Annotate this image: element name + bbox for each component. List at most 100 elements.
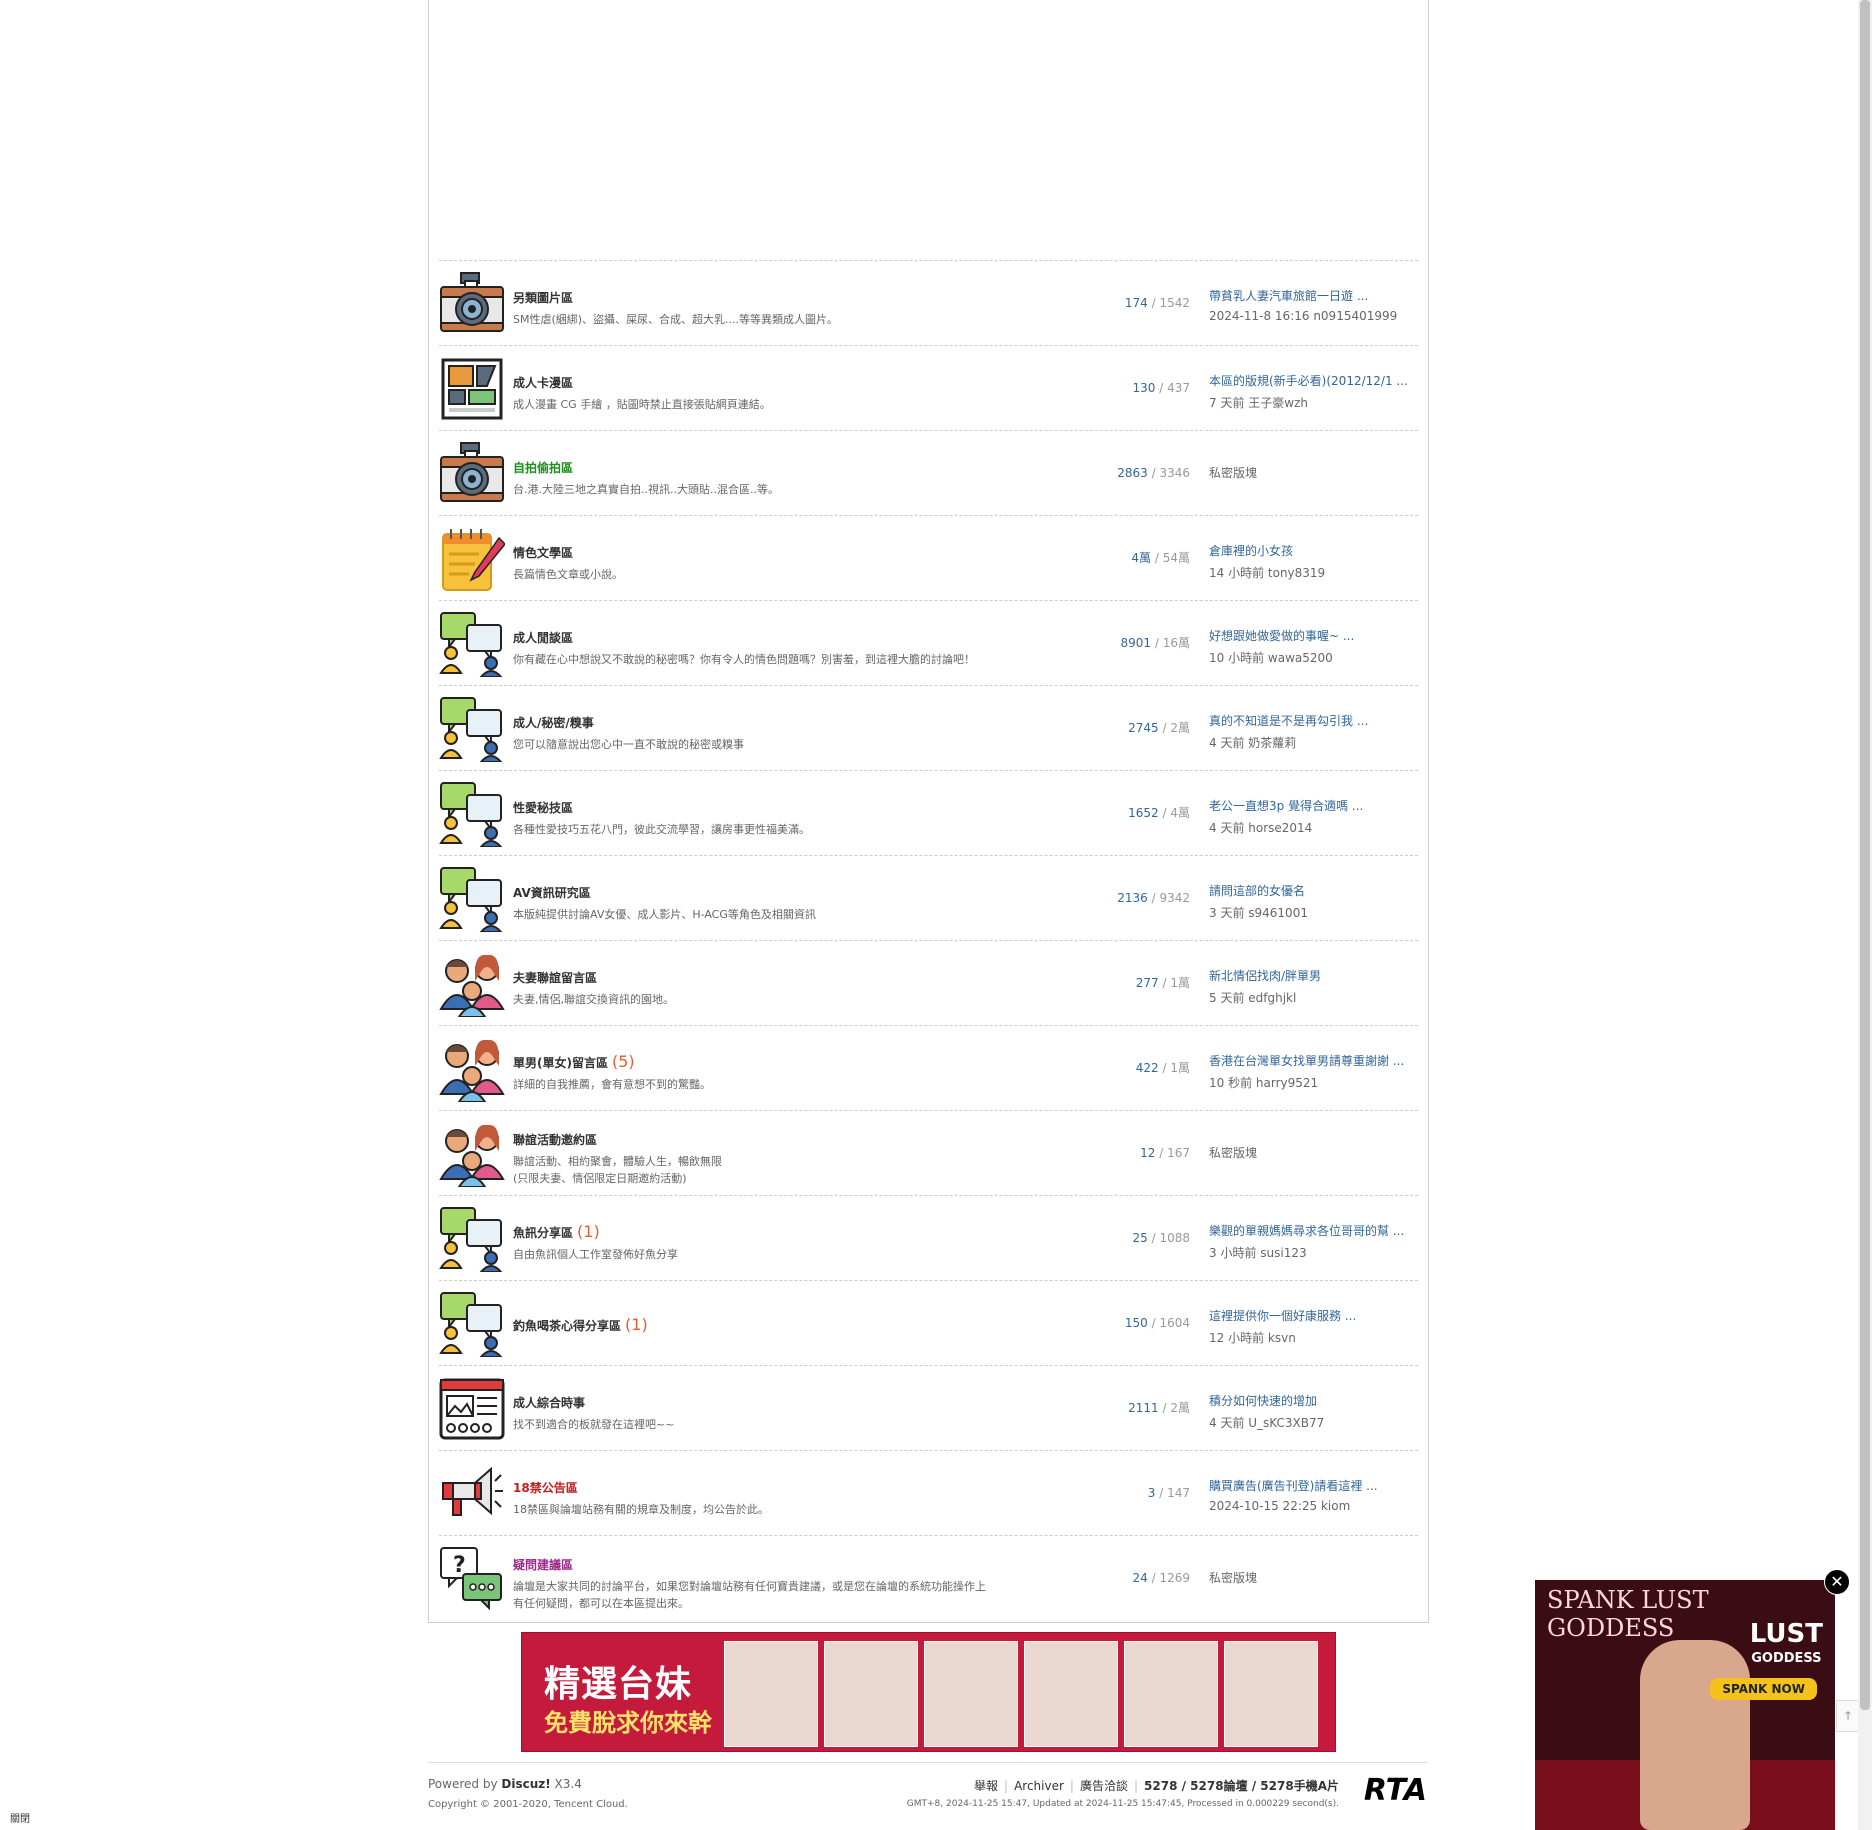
last-post: 請問這部的女優名 3 天前 s9461001 — [1209, 882, 1414, 921]
last-post-title-link[interactable]: 購買廣告(廣告刊登)請看這裡 ... — [1209, 1477, 1414, 1494]
close-link[interactable]: 關閉 — [10, 1810, 30, 1825]
people-icon[interactable] — [439, 951, 505, 1017]
post-count: 1542 — [1159, 296, 1190, 310]
last-post-meta[interactable]: 2024-11-8 16:16 n0915401999 — [1209, 309, 1414, 323]
forum-name-link[interactable]: AV資訊研究區 — [513, 886, 591, 900]
chat-icon[interactable] — [439, 696, 505, 762]
discuz-link[interactable]: Discuz! — [501, 1777, 550, 1791]
forum-name-link[interactable]: 情色文學區 — [513, 546, 573, 560]
rta-logo[interactable]: RTA — [1364, 1773, 1427, 1808]
forum-name-link[interactable]: 成人閒談區 — [513, 631, 573, 645]
thread-count: 8901 — [1120, 636, 1152, 650]
chat-icon[interactable] — [439, 1291, 505, 1357]
scrollbar[interactable] — [1858, 0, 1872, 1830]
last-post-title-link[interactable]: 請問這部的女優名 — [1209, 882, 1414, 899]
forum-name-link[interactable]: 自拍偷拍區 — [513, 461, 573, 475]
last-post-title-link[interactable]: 樂觀的單親媽媽尋求各位哥哥的幫 ... — [1209, 1222, 1414, 1239]
archiver-link[interactable]: Archiver — [1014, 1779, 1064, 1793]
forum-name-link[interactable]: 成人綜合時事 — [513, 1396, 585, 1410]
last-post-meta[interactable]: 4 天前 奶茶蘿莉 — [1209, 734, 1414, 751]
banner-photo-1 — [724, 1641, 818, 1747]
last-post: 購買廣告(廣告刊登)請看這裡 ... 2024-10-15 22:25 kiom — [1209, 1477, 1414, 1513]
last-post: 好想跟她做愛做的事喔~ ... 10 小時前 wawa5200 — [1209, 627, 1414, 666]
copyright: Copyright © 2001-2020, Tencent Cloud. — [428, 1799, 628, 1810]
forum-name-link[interactable]: 另類圖片區 — [513, 291, 573, 305]
last-post-title-link[interactable]: 老公一直想3p 覺得合適嗎 ... — [1209, 797, 1414, 814]
comic-icon[interactable] — [439, 356, 505, 422]
forum-counts: 2111 / 2萬 — [1128, 1401, 1190, 1415]
forum-name-link[interactable]: 釣魚喝茶心得分享區 — [513, 1319, 621, 1333]
last-post-meta[interactable]: 7 天前 王子豪wzh — [1209, 394, 1414, 411]
ads-link[interactable]: 廣告洽談 — [1080, 1779, 1128, 1793]
last-post-meta[interactable]: 12 小時前 ksvn — [1209, 1329, 1414, 1346]
forum-name-link[interactable]: 魚訊分享區 — [513, 1226, 573, 1240]
webpage-icon[interactable] — [439, 1376, 505, 1442]
last-post-meta[interactable]: 3 小時前 susi123 — [1209, 1244, 1414, 1261]
last-post-title-link[interactable]: 積分如何快速的增加 — [1209, 1392, 1414, 1409]
last-post-meta[interactable]: 14 小時前 tony8319 — [1209, 564, 1414, 581]
last-post-title-link[interactable]: 帶貧乳人妻汽車旅館一日遊 ... — [1209, 287, 1414, 304]
forum-name-link[interactable]: 性愛秘技區 — [513, 801, 573, 815]
close-icon[interactable]: ✕ — [1824, 1569, 1850, 1595]
last-post-title-link[interactable]: 真的不知道是不是再勾引我 ... — [1209, 712, 1414, 729]
ad-logo: LUST GODDESS — [1749, 1619, 1823, 1666]
chat-icon[interactable] — [439, 611, 505, 677]
new-posts-count: (1) — [625, 1315, 648, 1334]
forum-name-link[interactable]: 疑問建議區 — [513, 1558, 573, 1572]
camera-icon[interactable] — [439, 271, 505, 337]
site-stats-link[interactable]: 5278 / 5278論壇 / 5278手機A片 — [1144, 1779, 1339, 1793]
back-to-top-button[interactable]: ↑ — [1836, 1700, 1860, 1732]
last-post-meta[interactable]: 5 天前 edfghjkl — [1209, 989, 1414, 1006]
last-post-title-link[interactable]: 這裡提供你一個好康服務 ... — [1209, 1307, 1414, 1324]
people-icon[interactable] — [439, 1036, 505, 1102]
post-count: 1萬 — [1170, 976, 1190, 990]
forum-description: 各種性愛技巧五花八門，彼此交流學習，讓房事更性福美滿。 — [513, 821, 1073, 838]
last-post-meta[interactable]: 10 小時前 wawa5200 — [1209, 649, 1414, 666]
promo-banner[interactable]: 精選台妹 免費脫求你來幹 — [521, 1632, 1336, 1752]
forum-name-link[interactable]: 成人/秘密/糗事 — [513, 716, 594, 730]
chat-icon[interactable] — [439, 1206, 505, 1272]
forum-description-line: 夫妻,情侶,聯誼交換資訊的園地。 — [513, 993, 674, 1006]
private-forum-label: 私密版塊 — [1209, 1146, 1258, 1160]
forum-description-line: 各種性愛技巧五花八門，彼此交流學習，讓房事更性福美滿。 — [513, 823, 810, 836]
last-post-title-link[interactable]: 好想跟她做愛做的事喔~ ... — [1209, 627, 1414, 644]
last-post-meta[interactable]: 10 秒前 harry9521 — [1209, 1074, 1414, 1091]
last-post-meta[interactable]: 4 天前 horse2014 — [1209, 819, 1414, 836]
forum-description: 找不到適合的板就發在這裡吧~~ — [513, 1416, 1073, 1433]
ad-cta-button[interactable]: SPANK NOW — [1710, 1678, 1817, 1700]
forum-name-link[interactable]: 夫妻聯誼留言區 — [513, 971, 597, 985]
report-link[interactable]: 舉報 — [974, 1779, 998, 1793]
notepad-icon[interactable] — [439, 526, 505, 592]
last-post-meta[interactable]: 3 天前 s9461001 — [1209, 904, 1414, 921]
post-count: 3346 — [1159, 466, 1190, 480]
chat-icon[interactable] — [439, 866, 505, 932]
forum-name-link[interactable]: 單男(單女)留言區 — [513, 1056, 608, 1070]
thread-count: 25 — [1132, 1231, 1148, 1245]
post-count: 1604 — [1159, 1316, 1190, 1330]
thread-count: 422 — [1135, 1061, 1159, 1075]
forum-name-link[interactable]: 成人卡漫區 — [513, 376, 573, 390]
megaphone-icon[interactable] — [439, 1461, 505, 1527]
private-forum-label: 私密版塊 — [1209, 466, 1258, 480]
last-post-title-link[interactable]: 本區的版規(新手必看)(2012/12/1 ... — [1209, 372, 1414, 389]
last-post-title-link[interactable]: 新北情侶找肉/胖單男 — [1209, 967, 1414, 984]
forum-description: 自由魚訊個人工作室發佈好魚分享 — [513, 1246, 1073, 1263]
forum-name-link[interactable]: 聯誼活動邀約區 — [513, 1133, 597, 1147]
forum-description-line: 找不到適合的板就發在這裡吧~~ — [513, 1418, 675, 1431]
post-count: 1269 — [1159, 1571, 1190, 1585]
scrollbar-thumb[interactable] — [1860, 0, 1870, 1710]
people-icon[interactable] — [439, 1121, 505, 1187]
post-count: 437 — [1167, 381, 1190, 395]
last-post-title-link[interactable]: 倉庫裡的小女孩 — [1209, 542, 1414, 559]
last-post-meta[interactable]: 2024-10-15 22:25 kiom — [1209, 1499, 1414, 1513]
camera-icon[interactable] — [439, 441, 505, 507]
question-chat-icon[interactable]: ? — [439, 1546, 505, 1612]
chat-icon[interactable] — [439, 781, 505, 847]
forum-description-line: 18禁區與論壇站務有關的規章及制度，均公告於此。 — [513, 1503, 769, 1516]
last-post-title-link[interactable]: 香港在台灣單女找單男請尊重謝謝 ... — [1209, 1052, 1414, 1069]
forum-info: 聯誼活動邀約區 聯誼活動、相約聚會，體驗人生，暢飲無限 (只限夫妻、情侶限定日期邀約… — [513, 1129, 1073, 1187]
post-count: 2萬 — [1170, 721, 1190, 735]
last-post-meta[interactable]: 4 天前 U_sKC3XB77 — [1209, 1414, 1414, 1431]
popup-ad[interactable]: SPANK LUST GODDESS LUST GODDESS SPANK NOW — [1535, 1580, 1835, 1830]
forum-name-link[interactable]: 18禁公告區 — [513, 1481, 578, 1495]
